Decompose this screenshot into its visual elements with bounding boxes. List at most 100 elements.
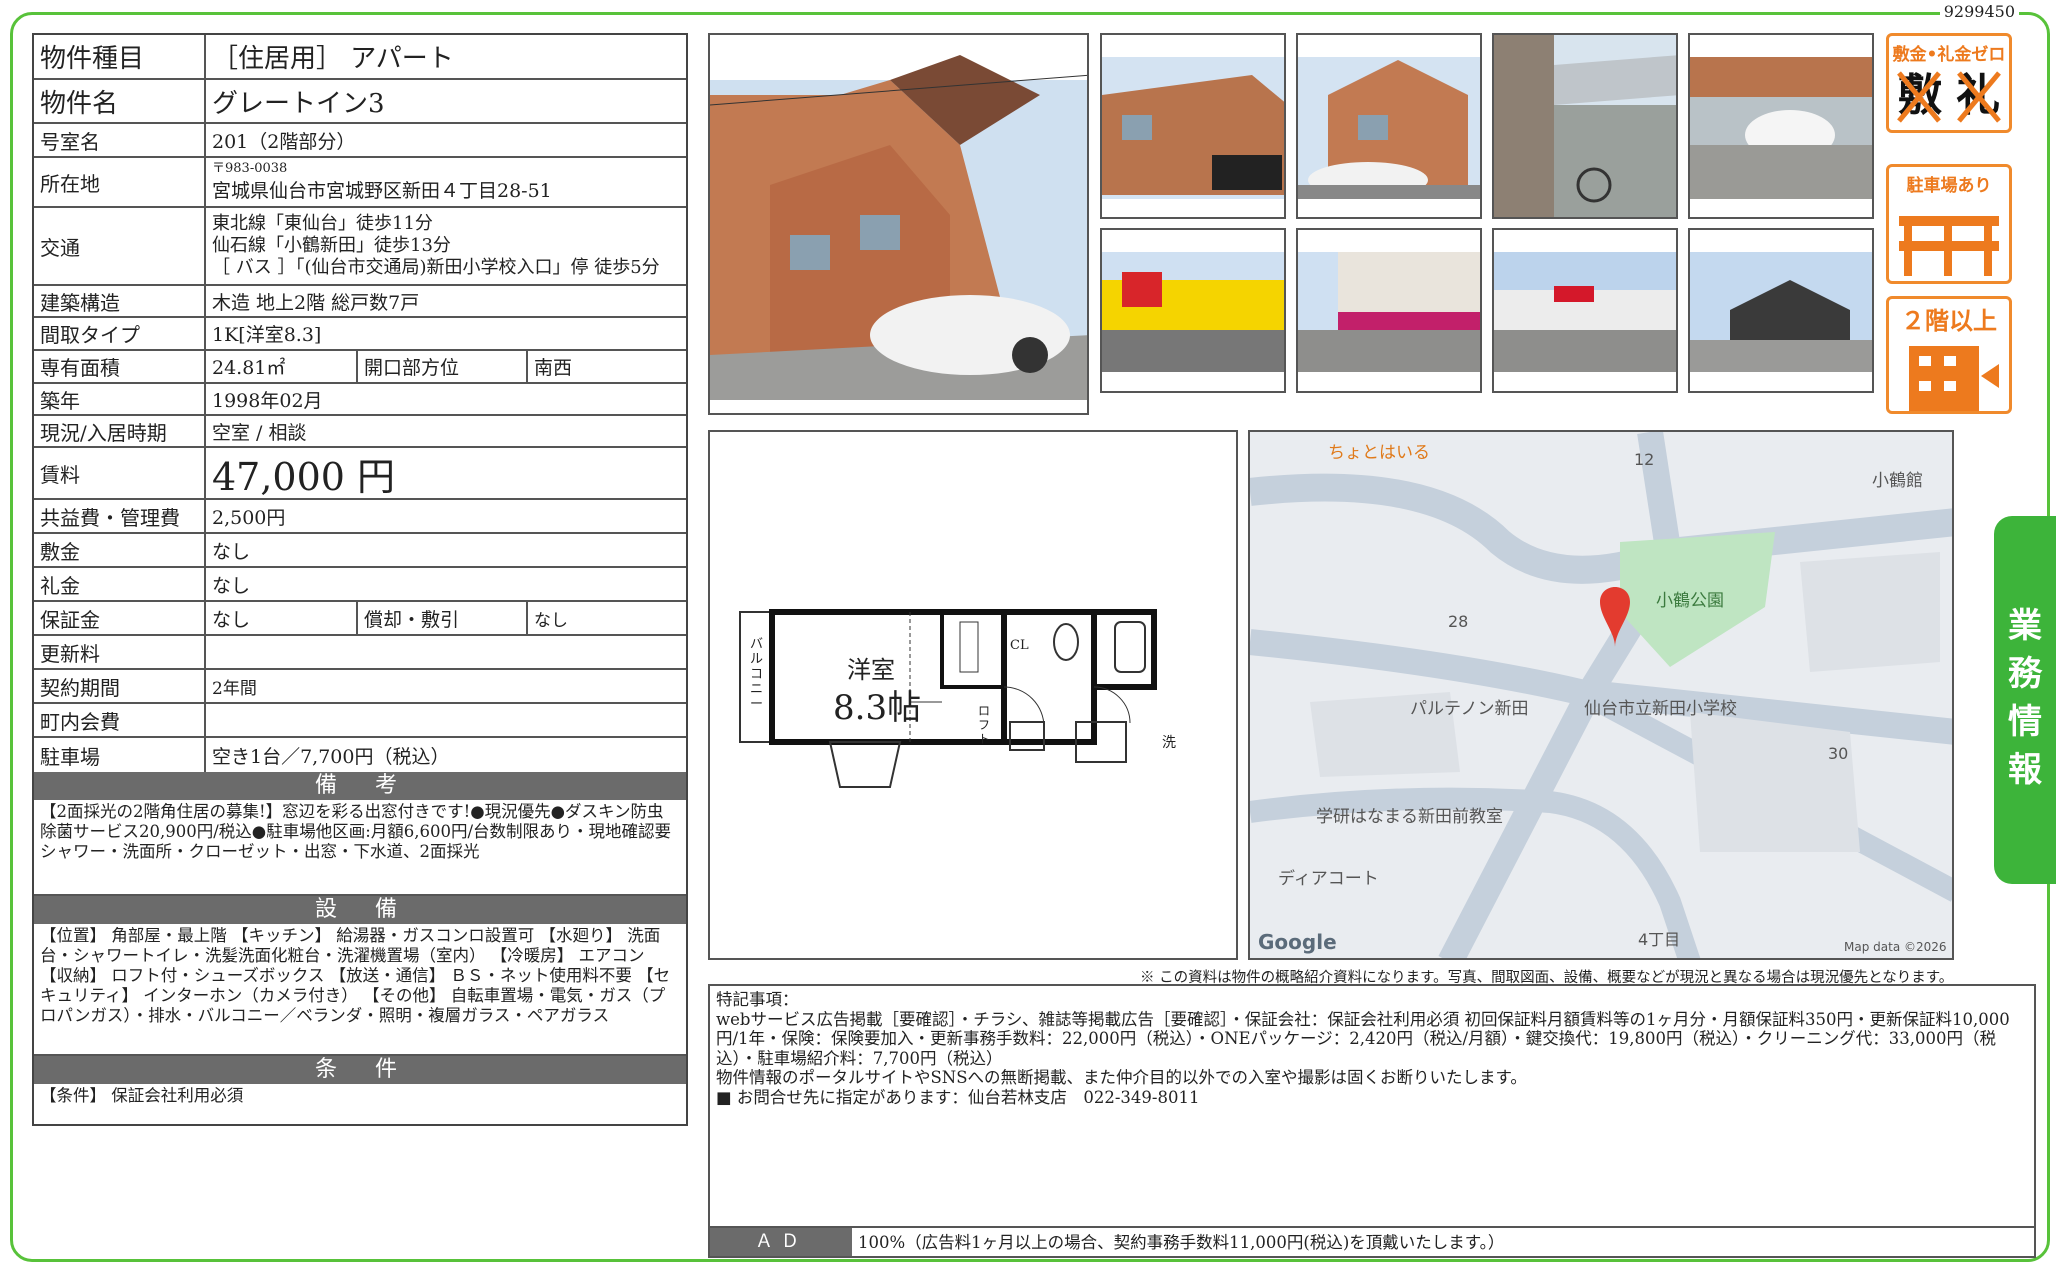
row-guarantee: 保証金 なし 償却・敷引 なし [34,602,686,636]
property-table: 物件種目 ［住居用］ アパート 物件名 グレートイン3 号室名 201（2階部分） 所… [32,33,688,1126]
value: 24.81㎡ [212,357,286,379]
row-rent: 賃料 47,000 円 [34,448,686,500]
special-notes: 特記事項： webサービス広告掲載［要確認］・チラシ、雑誌等掲載広告［要確認］・… [708,984,2036,1258]
remarks-header: 備 考 [34,772,686,800]
tab-label: 業務情報 [2008,606,2042,790]
value: なし [212,574,251,597]
label: 礼金 [34,568,206,600]
map-label-school: 仙台市立新田小学校 [1584,699,1737,719]
washer-label: 洗 [1162,735,1176,751]
access-line: 仙石線「小鶴新田」徒歩13分 [212,235,451,256]
map-credit: Map data ©2026 [1844,940,1947,954]
access-line: 東北線「東仙台」徒歩11分 [212,213,433,234]
label: 建築構造 [34,286,206,316]
map-label-poi: 学研はなまる新田前教室 [1316,807,1503,827]
photo-parking-lot [1688,33,1874,219]
row-address: 所在地 〒983-0038 宮城県仙台市宮城野区新田４丁目28-51 [34,158,686,208]
ad-label: ＡＤ [710,1228,852,1256]
value: 2,500円 [212,506,286,529]
value: 木造 地上2階 総戸数7戸 [212,291,420,314]
row-contract: 契約期間 2年間 [34,670,686,704]
label: 交通 [34,208,206,284]
photo-exterior-3 [1296,33,1482,219]
rent-value: 47,000 円 [212,454,396,499]
label: 償却・敷引 [356,602,526,634]
row-area: 専有面積 24.81㎡ 開口部方位 南西 [34,351,686,384]
map-label-block: 30 [1828,744,1849,763]
label: 契約期間 [34,670,206,702]
label: 号室名 [34,124,206,156]
value [206,704,686,736]
map-label-poi: 小鶴館 [1872,471,1923,491]
value: 南西 [526,351,686,382]
value: なし [212,608,251,631]
map-label-park: 小鶴公園 [1656,591,1724,611]
row-fee: 共益費・管理費 2,500円 [34,500,686,534]
value: なし [526,602,686,634]
label: 所在地 [34,158,206,206]
balcony-label: バルコニー [750,637,764,712]
document-id: 9299450 [1939,2,2019,21]
row-status: 現況/入居時期 空室 / 相談 [34,416,686,448]
special-title: 特記事項： [716,990,799,1009]
zero-deposit-badge: 敷金•礼金ゼロ 敷礼 [1886,33,2012,133]
map-label-poi: ちょとはいる [1328,443,1430,463]
row-deposit: 敷金 なし [34,534,686,568]
photo-dcm [1492,228,1678,393]
value: 空き1台／7,700円（税込） [212,745,450,768]
google-logo: Google [1258,930,1337,954]
row-access: 交通 東北線「東仙台」徒歩11分 仙石線「小鶴新田」徒歩13分 ［ バス ］「(仙台市… [34,208,686,286]
photo-drugstore [1100,228,1286,393]
area-map[interactable]: ちょとはいる 12 小鶴館 小鶴公園 28 パルテノン新田 仙台市立新田小学校 … [1248,430,1954,960]
photo-exterior-2 [1100,33,1286,219]
map-label-block: 4丁目 [1638,930,1681,949]
facilities-text: 【位置】 角部屋・最上階 【キッチン】 給湯器・ガスコンロ設置可 【水廻り】 洗… [34,924,686,1056]
ad-row: ＡＤ 100%（広告料1ヶ月以上の場合、契約事務手数料11,000円(税込)を頂… [710,1226,2034,1256]
address: 宮城県仙台市宮城野区新田４丁目28-51 [212,179,552,202]
label: 町内会費 [34,704,206,736]
value: 201（2階部分） [212,130,356,153]
value: 空室 / 相談 [212,421,307,444]
parking-icon [1899,216,1999,276]
row-renewal: 更新料 [34,636,686,670]
building-icon [1909,346,1999,411]
value [206,636,686,668]
badge-label: 敷金•礼金ゼロ [1892,45,2006,65]
value: ［住居用］ アパート [212,44,454,74]
room-size: 8.3帖 [833,688,922,728]
special-line: 物件情報のポータルサイトやSNSへの無断掲載、また仲介目的以外での入室や撮影は固… [716,1068,1527,1087]
map-label-poi: ディアコート [1278,869,1379,889]
remarks-text: 【2面採光の2階角住居の募集!】窓辺を彩る出窓付きです!●現況優先●ダスキン防虫… [34,800,686,896]
label: 物件種目 [34,35,206,78]
row-name: 物件名 グレートイン3 [34,80,686,124]
label: 物件名 [34,80,206,122]
label: 更新料 [34,636,206,668]
label: 駐車場 [34,738,206,772]
value: なし [212,540,251,563]
value: 1K[洋室8.3] [212,324,322,346]
row-town-fee: 町内会費 [34,704,686,738]
label: 間取タイプ [34,318,206,349]
label: 専有面積 [34,351,206,382]
label: 共益費・管理費 [34,500,206,532]
facilities-header: 設 備 [34,896,686,924]
special-line: ■ お問合せ先に指定があります：仙台若林支店 022-349-8011 [716,1087,1200,1107]
label: 賃料 [34,448,206,498]
photo-aeon [1296,228,1482,393]
conditions-text: 【条件】 保証会社利用必須 [40,1086,244,1105]
business-info-tab[interactable]: 業務情報 [1994,516,2056,884]
row-room: 号室名 201（2階部分） [34,124,686,158]
value: 2年間 [212,678,257,699]
map-label-block: 28 [1448,612,1469,631]
row-layout: 間取タイプ 1K[洋室8.3] [34,318,686,351]
second-floor-badge: ２階以上 [1886,296,2012,414]
photo-bike-parking [1492,33,1678,219]
ad-value: 100%（広告料1ヶ月以上の場合、契約事務手数料11,000円(税込)を頂戴いた… [858,1233,1505,1252]
label: 現況/入居時期 [34,416,206,446]
label: 敷金 [34,534,206,566]
map-label-poi: パルテノン新田 [1410,699,1529,719]
loft-label: ロフト [978,704,991,746]
photo-street-house [1688,228,1874,393]
special-line: webサービス広告掲載［要確認］・チラシ、雑誌等掲載広告［要確認］・保証会社：保… [716,1009,2010,1068]
label: 保証金 [34,602,206,634]
